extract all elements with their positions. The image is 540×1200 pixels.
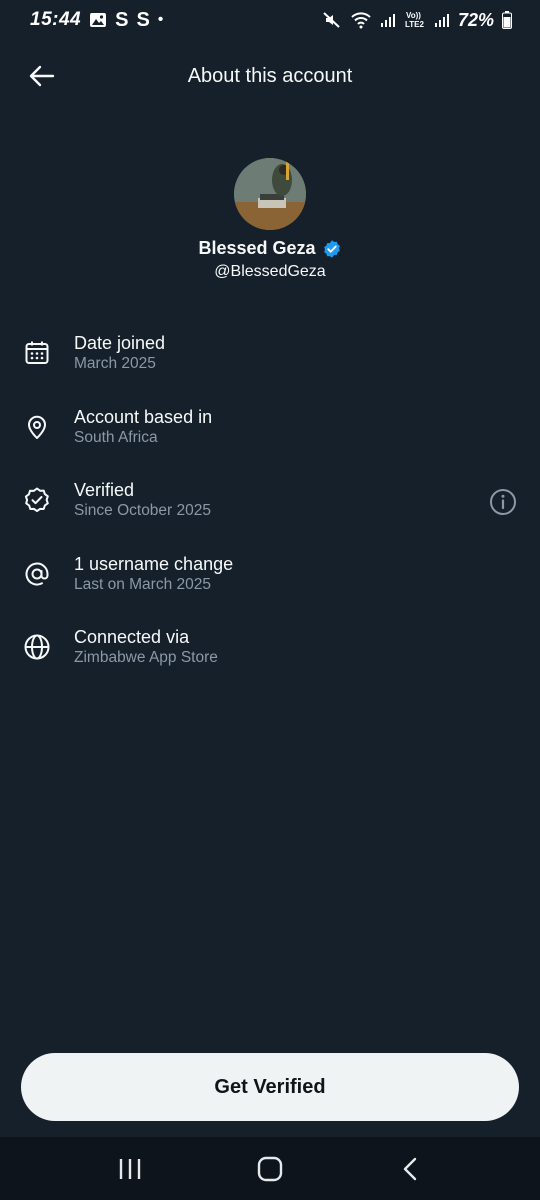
info-title: Connected via: [74, 627, 190, 647]
signal-icon: [380, 12, 396, 28]
info-title: Account based in: [74, 406, 213, 427]
info-subtitle: Last on March 2025: [74, 575, 212, 593]
verified-badge-icon: [323, 239, 340, 258]
svg-text:Vo)): Vo)): [406, 11, 421, 20]
verification-info-button[interactable]: [488, 487, 518, 517]
svg-text:LTE2: LTE2: [405, 20, 425, 29]
info-text: Account based in South Africa: [74, 406, 212, 448]
recents-icon: [119, 1158, 141, 1179]
arrow-left-icon: [29, 65, 55, 87]
battery-icon: [502, 11, 512, 29]
home-button[interactable]: [240, 1144, 300, 1194]
info-item-account-location: Account based in South Africa: [0, 404, 540, 478]
back-nav-button[interactable]: [380, 1144, 440, 1194]
info-text: Connected via Zimbabwe App Store: [74, 626, 218, 668]
status-dot: •: [157, 11, 164, 28]
info-title: Verified: [74, 480, 135, 500]
profile-summary: Blessed Geza @BlessedGeza: [0, 158, 540, 281]
calendar-icon: [22, 338, 52, 368]
avatar-image: [234, 158, 306, 230]
info-item-date-joined: Date joined March 2025: [0, 330, 540, 404]
status-bar: 15:44 S S • Vo)) LTE2 72%: [0, 0, 540, 40]
globe-icon: [22, 632, 52, 662]
display-name: Blessed Geza: [198, 238, 316, 258]
info-subtitle: Since October 2025: [74, 502, 212, 519]
info-text: Date joined March 2025: [74, 332, 165, 374]
battery-percent: 72%: [457, 9, 494, 30]
location-pin-icon: [22, 412, 52, 442]
recents-button[interactable]: [100, 1144, 160, 1194]
volte-icon: Vo)) LTE2: [404, 10, 426, 30]
info-text: 1 username change Last on March 2025: [74, 553, 233, 595]
mute-icon: [322, 11, 342, 29]
system-nav-bar: [0, 1137, 540, 1200]
info-item-username-changes: 1 username change Last on March 2025: [0, 551, 540, 625]
status-right: Vo)) LTE2 72%: [322, 10, 512, 31]
at-sign-icon: [22, 559, 52, 589]
verified-badge-icon: [22, 485, 52, 515]
avatar[interactable]: [234, 158, 306, 230]
top-app-bar: About this account: [0, 48, 540, 104]
info-title: Date joined: [74, 333, 166, 353]
info-item-connected-via: Connected via Zimbabwe App Store: [0, 624, 540, 698]
user-handle: @BlessedGeza: [214, 263, 326, 280]
back-icon: [403, 1157, 417, 1180]
info-item-verified: Verified Since October 2025: [0, 477, 540, 551]
wifi-icon: [350, 11, 372, 29]
info-text: Verified Since October 2025: [74, 479, 211, 521]
get-verified-button[interactable]: Get Verified: [21, 1053, 519, 1121]
info-icon: [490, 489, 516, 515]
name-row: Blessed Geza: [198, 238, 341, 259]
status-time: 15:44: [30, 9, 82, 30]
info-subtitle: Zimbabwe App Store: [74, 649, 218, 666]
status-app-letter: S: [115, 8, 129, 31]
info-subtitle: March 2025: [74, 355, 156, 372]
signal-icon: [434, 12, 450, 28]
home-icon: [257, 1156, 283, 1181]
gallery-icon: [89, 12, 107, 28]
status-left: 15:44 S S •: [30, 9, 163, 32]
back-button[interactable]: [24, 58, 60, 94]
page-title: About this account: [187, 64, 353, 87]
info-title: 1 username change: [74, 553, 234, 574]
status-app-letter: S: [136, 8, 150, 31]
account-info-list: Date joined March 2025 Account based in …: [0, 330, 540, 698]
info-subtitle: South Africa: [74, 428, 158, 446]
